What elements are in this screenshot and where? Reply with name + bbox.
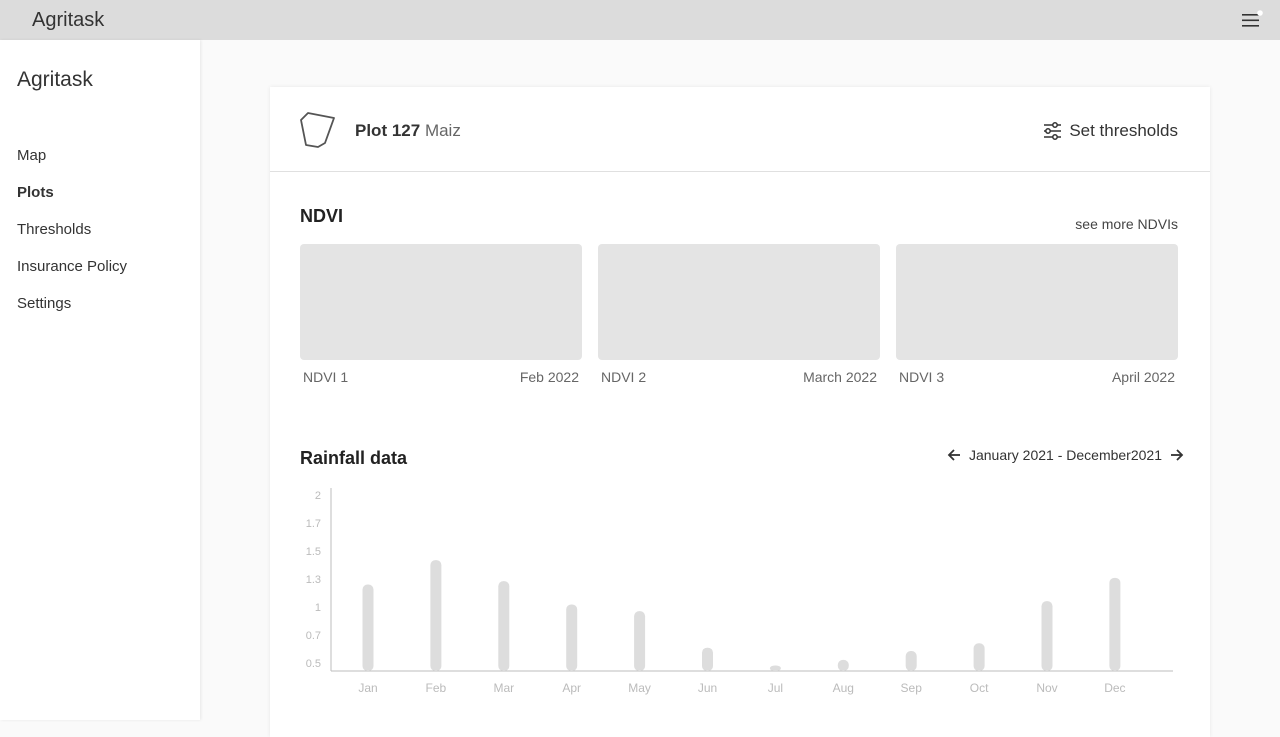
rainfall-section-title: Rainfall data (300, 448, 408, 468)
rainfall-bar-chart: 2 1.7 1.5 1.3 1 0.7 0.5 Jan Feb Mar Apr May Jun Jul Au… (306, 488, 1173, 695)
plot-crop: Maiz (424, 121, 461, 140)
top-bar: Agritask (0, 0, 1280, 40)
set-thresholds-label: Set thresholds (1069, 121, 1178, 140)
rainfall-bar (837, 659, 849, 671)
sidebar-item-thresholds[interactable]: Thresholds (17, 221, 127, 258)
x-tick-label: Jan (358, 681, 377, 695)
rainfall-bar (973, 643, 985, 671)
date-range-selector: January 2021 - December2021 (947, 447, 1184, 463)
app-brand: Agritask (32, 9, 105, 31)
rainfall-bar (702, 647, 713, 671)
ndvi-thumbnail-2[interactable] (598, 244, 880, 360)
plot-header: Plot 127 Maiz Set thresholds (270, 87, 1210, 172)
x-tick-label: Mar (493, 681, 514, 695)
rainfall-bar (1109, 577, 1121, 671)
y-tick-label: 1.7 (306, 518, 321, 530)
y-tick-label: 0.5 (306, 658, 321, 670)
sidebar: Agritask Map Plots Thresholds Insurance … (0, 40, 200, 720)
hamburger-menu-icon[interactable] (1241, 10, 1263, 30)
plot-name: Plot 127 (355, 121, 421, 140)
x-tick-label: May (628, 681, 651, 695)
ndvi-date: March 2022 (803, 369, 877, 385)
arrow-left-icon[interactable] (947, 448, 961, 462)
y-tick-label: 1.5 (306, 546, 321, 558)
ndvi-date: Feb 2022 (519, 369, 579, 385)
rainfall-bar (1041, 601, 1053, 671)
x-tick-label: Jul (768, 681, 783, 695)
x-tick-label: Aug (833, 681, 854, 695)
set-thresholds-button[interactable]: Set thresholds (1043, 121, 1178, 141)
rainfall-bar (362, 584, 374, 671)
rainfall-bar (769, 665, 781, 671)
y-tick-label: 2 (315, 490, 321, 502)
date-range-label: January 2021 - December2021 (968, 447, 1162, 463)
rainfall-bar (430, 560, 442, 671)
arrow-right-icon[interactable] (1170, 448, 1184, 462)
x-tick-label: Feb (426, 681, 447, 695)
sidebar-nav: Map Plots Thresholds Insurance Policy Se… (17, 147, 127, 332)
x-tick-label: Dec (1104, 681, 1125, 695)
see-more-ndvis-link[interactable]: see more NDVIs (1075, 216, 1178, 232)
ndvi-label: NDVI 2 (601, 369, 647, 385)
rainfall-bar (566, 604, 578, 671)
y-tick-label: 1 (315, 602, 321, 614)
plot-title: Plot 127 Maiz (355, 121, 461, 141)
ndvi-caption-1: NDVI 1 Feb 2022 (303, 369, 579, 385)
ndvi-date: April 2022 (1111, 369, 1175, 385)
x-tick-label: Sep (901, 681, 923, 695)
y-tick-label: 1.3 (306, 574, 321, 586)
ndvi-thumbnail-3[interactable] (896, 244, 1178, 360)
ndvi-caption-3: NDVI 3 April 2022 (899, 369, 1175, 385)
ndvi-section-title: NDVI (300, 206, 344, 226)
x-tick-label: Jun (698, 681, 717, 695)
ndvi-thumbnail-1[interactable] (300, 244, 582, 360)
y-tick-label: 0.7 (306, 630, 321, 642)
ndvi-label: NDVI 3 (899, 369, 945, 385)
x-tick-label: Nov (1036, 681, 1057, 695)
sidebar-item-settings[interactable]: Settings (17, 295, 127, 332)
rainfall-bar (905, 651, 917, 671)
rainfall-bar (498, 581, 510, 671)
ndvi-caption-2: NDVI 2 March 2022 (601, 369, 877, 385)
x-tick-label: Oct (970, 681, 989, 695)
sidebar-item-insurance-policy[interactable]: Insurance Policy (17, 258, 127, 295)
sidebar-item-plots[interactable]: Plots (17, 184, 127, 221)
rainfall-bar (634, 611, 646, 671)
plot-shape-icon (298, 111, 336, 149)
sidebar-item-map[interactable]: Map (17, 147, 127, 184)
ndvi-label: NDVI 1 (303, 369, 349, 385)
x-tick-label: Apr (562, 681, 581, 695)
sliders-icon (1044, 122, 1062, 140)
sidebar-brand: Agritask (17, 68, 93, 91)
